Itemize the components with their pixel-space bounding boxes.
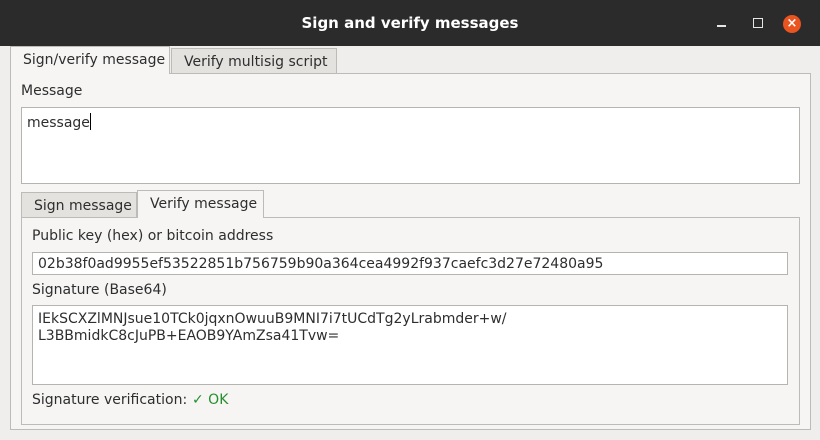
tab-verify-message[interactable]: Verify message: [137, 190, 264, 218]
message-text: message: [27, 115, 90, 131]
tab-sign-verify-message[interactable]: Sign/verify message: [10, 46, 170, 74]
message-input[interactable]: message: [21, 107, 800, 184]
pubkey-input[interactable]: 02b38f0ad9955ef53522851b756759b90a364cea…: [32, 252, 788, 275]
verification-status: ✓ OK: [192, 392, 229, 408]
text-cursor: [89, 113, 91, 130]
verify-message-panel: Public key (hex) or bitcoin address 02b3…: [21, 217, 800, 425]
title-bar[interactable]: Sign and verify messages ×: [0, 0, 820, 46]
signature-input[interactable]: IEkSCXZlMNJsue10TCk0jqxnOwuuB9MNI7i7tUCd…: [32, 305, 788, 385]
sign-verify-panel: Message message Sign message Verify mess…: [10, 73, 811, 430]
tab-sign-message[interactable]: Sign message: [21, 192, 137, 217]
signature-label: Signature (Base64): [32, 282, 167, 298]
maximize-icon[interactable]: [748, 13, 768, 33]
signature-line-1: IEkSCXZlMNJsue10TCk0jqxnOwuuB9MNI7i7tUCd…: [38, 311, 507, 327]
pubkey-label: Public key (hex) or bitcoin address: [32, 228, 274, 244]
tab-verify-multisig-script[interactable]: Verify multisig script: [171, 48, 337, 73]
minimize-icon[interactable]: [712, 13, 732, 33]
message-label: Message: [21, 83, 83, 99]
sign-verify-window: Sign and verify messages × Sign/verify m…: [0, 0, 820, 440]
window-title: Sign and verify messages: [301, 14, 519, 32]
signature-verification-label: Signature verification:: [32, 392, 188, 408]
signature-line-2: L3BBmidkC8cJuPB+EAOB9YAmZsa41Tvw=: [38, 328, 340, 344]
close-icon[interactable]: ×: [783, 15, 801, 33]
